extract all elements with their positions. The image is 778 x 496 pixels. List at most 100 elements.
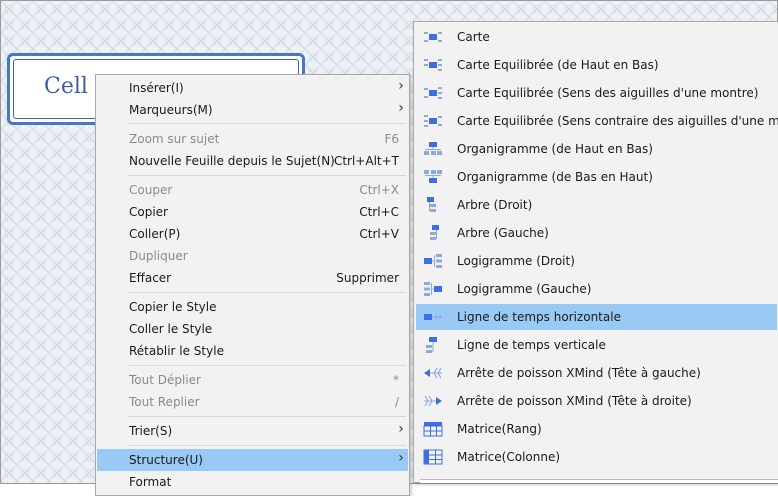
structure-item-arbre-droit[interactable]: Arbre (Droit) (416, 192, 777, 218)
structure-item-label: Carte Equilibrée (Sens des aiguilles d'u… (457, 86, 759, 100)
menu-item-format[interactable]: Format (97, 471, 408, 493)
structure-item-logigramme-droit[interactable]: Logigramme (Droit) (416, 248, 777, 274)
structure-item-ligne-temps-horizontale[interactable]: Ligne de temps horizontale (416, 304, 777, 330)
menu-separator (127, 445, 406, 446)
structure-item-matrice-rang[interactable]: Matrice(Rang) (416, 416, 777, 442)
org-chart-down-icon (424, 142, 442, 155)
structure-item-label: Matrice(Colonne) (457, 450, 561, 464)
topic-text: Cell (44, 74, 88, 99)
org-chart-up-icon (424, 170, 442, 183)
menu-item-label: Tout Replier (129, 395, 200, 409)
structure-item-label: Logigramme (Droit) (457, 254, 575, 268)
map-structure-icon (424, 32, 442, 42)
menu-separator (127, 175, 406, 176)
logic-chart-left-icon (424, 282, 442, 296)
structure-item-label: Matrice(Rang) (457, 422, 542, 436)
menu-item-label: Nouvelle Feuille depuis le Sujet(N) (129, 154, 335, 168)
menu-item-label: Structure(U) (129, 453, 203, 467)
menu-item-label: Dupliquer (129, 249, 188, 263)
menu-item-marqueurs[interactable]: Marqueurs(M) › (97, 99, 408, 121)
menu-item-shortcut: F6 (384, 132, 399, 146)
menu-item-zoom-sur-sujet[interactable]: Zoom sur sujet F6 (97, 128, 408, 150)
matrix-column-icon (423, 449, 443, 465)
menu-item-label: Tout Déplier (129, 373, 201, 387)
structure-item-label: Logigramme (Gauche) (457, 282, 592, 296)
structure-item-carte[interactable]: Carte (416, 24, 777, 50)
structure-item-label: Carte Equilibrée (de Haut en Bas) (457, 58, 659, 72)
structure-item-label: Arbre (Droit) (457, 198, 533, 212)
structure-item-organigramme-haut-bas[interactable]: Organigramme (de Haut en Bas) (416, 136, 777, 162)
structure-item-organigramme-bas-haut[interactable]: Organigramme (de Bas en Haut) (416, 164, 777, 190)
menu-item-effacer[interactable]: Effacer Supprimer (97, 267, 408, 289)
menu-item-shortcut: / (394, 395, 399, 409)
structure-item-carte-equilibree-haut-bas[interactable]: Carte Equilibrée (de Haut en Bas) (416, 52, 777, 78)
menu-item-tout-replier[interactable]: Tout Replier / (97, 391, 408, 413)
menu-item-label: Format (129, 475, 172, 489)
structure-item-carte-equilibree-antihoraire[interactable]: Carte Equilibrée (Sens contraire des aig… (416, 108, 778, 134)
structure-submenu: Carte Carte Equilibrée (de Haut en Bas) … (413, 21, 778, 483)
menu-item-copier-le-style[interactable]: Copier le Style (97, 296, 408, 318)
menu-item-label: Rétablir le Style (129, 344, 224, 358)
structure-item-arbre-gauche[interactable]: Arbre (Gauche) (416, 220, 777, 246)
menu-item-label: Coller le Style (129, 322, 213, 336)
menu-item-label: Copier (129, 205, 168, 219)
menu-item-shortcut: Ctrl+V (359, 227, 399, 241)
timeline-horizontal-icon (424, 314, 442, 320)
chevron-right-icon: › (398, 421, 404, 437)
menu-item-shortcut: Ctrl+X (359, 183, 399, 197)
menu-item-label: Couper (129, 183, 173, 197)
fishbone-left-icon (424, 367, 442, 379)
structure-item-label: Arbre (Gauche) (457, 226, 549, 240)
menu-item-label: Coller(P) (129, 227, 181, 241)
context-menu: Insérer(I) › Marqueurs(M) › Zoom sur suj… (95, 74, 410, 496)
tree-left-icon (430, 225, 439, 240)
balanced-map-clockwise-icon (424, 87, 442, 99)
logic-chart-right-icon (424, 254, 442, 268)
menu-item-label: Zoom sur sujet (129, 132, 220, 146)
menu-item-inserer[interactable]: Insérer(I) › (97, 77, 408, 99)
menu-item-shortcut: * (393, 373, 399, 387)
menu-item-label: Marqueurs(M) (129, 103, 213, 117)
menu-item-label: Insérer(I) (129, 81, 184, 95)
chevron-right-icon: › (398, 100, 404, 116)
structure-item-label: Organigramme (de Bas en Haut) (457, 170, 653, 184)
menu-item-dupliquer[interactable]: Dupliquer (97, 245, 408, 267)
structure-item-logigramme-gauche[interactable]: Logigramme (Gauche) (416, 276, 777, 302)
structure-item-ligne-temps-verticale[interactable]: Ligne de temps verticale (416, 332, 777, 358)
menu-item-structure[interactable]: Structure(U) › (97, 449, 408, 471)
menu-item-coller[interactable]: Coller(P) Ctrl+V (97, 223, 408, 245)
structure-item-label: Ligne de temps verticale (457, 338, 606, 352)
menu-item-shortcut: Ctrl+C (359, 205, 399, 219)
menu-separator (127, 123, 406, 124)
menu-item-copier[interactable]: Copier Ctrl+C (97, 201, 408, 223)
menu-item-retablir-le-style[interactable]: Rétablir le Style (97, 340, 408, 362)
menu-item-coller-le-style[interactable]: Coller le Style (97, 318, 408, 340)
menu-item-trier[interactable]: Trier(S) › (97, 420, 408, 442)
chevron-right-icon: › (398, 78, 404, 94)
structure-item-label: Arrête de poisson XMind (Tête à gauche) (457, 366, 701, 380)
balanced-map-anticlockwise-icon (424, 115, 442, 127)
timeline-vertical-icon (426, 337, 437, 353)
structure-item-label: Arrête de poisson XMind (Tête à droite) (457, 394, 692, 408)
fishbone-right-icon (424, 395, 442, 407)
menu-item-label: Trier(S) (129, 424, 173, 438)
structure-item-label: Ligne de temps horizontale (457, 310, 621, 324)
structure-item-carte-equilibree-horaire[interactable]: Carte Equilibrée (Sens des aiguilles d'u… (416, 80, 777, 106)
menu-item-shortcut: Supprimer (336, 271, 399, 285)
submenu-bottom-edge (420, 479, 778, 483)
structure-item-matrice-colonne[interactable]: Matrice(Colonne) (416, 444, 777, 470)
tree-right-icon (427, 197, 436, 212)
structure-item-label: Organigramme (de Haut en Bas) (457, 142, 653, 156)
structure-item-fishbone-droite[interactable]: Arrête de poisson XMind (Tête à droite) (416, 388, 777, 414)
menu-item-couper[interactable]: Couper Ctrl+X (97, 179, 408, 201)
menu-separator (127, 292, 406, 293)
menu-separator (127, 365, 406, 366)
menu-item-label: Copier le Style (129, 300, 217, 314)
structure-item-fishbone-gauche[interactable]: Arrête de poisson XMind (Tête à gauche) (416, 360, 777, 386)
menu-item-tout-deplier[interactable]: Tout Déplier * (97, 369, 408, 391)
structure-item-label: Carte (457, 30, 490, 44)
matrix-row-icon (423, 422, 443, 437)
menu-item-nouvelle-feuille[interactable]: Nouvelle Feuille depuis le Sujet(N) Ctrl… (97, 150, 408, 172)
menu-item-shortcut: Ctrl+Alt+T (333, 154, 399, 168)
menu-separator (127, 416, 406, 417)
